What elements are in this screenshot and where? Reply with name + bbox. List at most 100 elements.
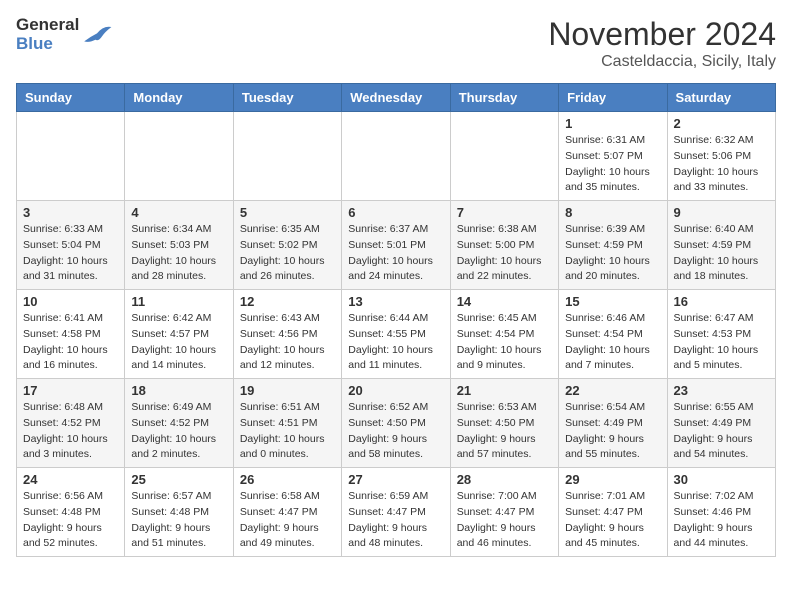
day-info: Sunrise: 7:02 AMSunset: 4:46 PMDaylight:… bbox=[674, 489, 769, 552]
calendar-cell: 20 Sunrise: 6:52 AMSunset: 4:50 PMDayligh… bbox=[342, 379, 450, 468]
calendar-week-row: 3Sunrise: 6:33 AMSunset: 5:04 PMDaylight… bbox=[17, 201, 776, 290]
day-info: Sunrise: 6:54 AMSunset: 4:49 PMDaylight:… bbox=[565, 400, 660, 463]
month-title: November 2024 bbox=[548, 16, 776, 53]
calendar-cell: 26Sunrise: 6:58 AMSunset: 4:47 PMDayligh… bbox=[233, 468, 341, 557]
calendar-cell: 30 Sunrise: 7:02 AMSunset: 4:46 PMDayligh… bbox=[667, 468, 775, 557]
day-number: 5 bbox=[240, 205, 335, 220]
day-number: 19 bbox=[240, 383, 335, 398]
day-number: 22 bbox=[565, 383, 660, 398]
day-number: 27 bbox=[348, 472, 443, 487]
day-info: Sunrise: 6:37 AMSunset: 5:01 PMDaylight:… bbox=[348, 222, 443, 285]
day-number: 26 bbox=[240, 472, 335, 487]
day-number: 4 bbox=[131, 205, 226, 220]
day-info: Sunrise: 7:00 AMSunset: 4:47 PMDaylight:… bbox=[457, 489, 552, 552]
day-number: 15 bbox=[565, 294, 660, 309]
day-number: 9 bbox=[674, 205, 769, 220]
day-number: 21 bbox=[457, 383, 552, 398]
day-number: 2 bbox=[674, 116, 769, 131]
day-number: 7 bbox=[457, 205, 552, 220]
calendar-cell: 1 Sunrise: 6:31 AMSunset: 5:07 PMDaylight… bbox=[559, 112, 667, 201]
day-info: Sunrise: 6:45 AMSunset: 4:54 PMDaylight:… bbox=[457, 311, 552, 374]
day-info: Sunrise: 6:42 AMSunset: 4:57 PMDaylight:… bbox=[131, 311, 226, 374]
calendar-cell: 9 Sunrise: 6:40 AMSunset: 4:59 PMDaylight… bbox=[667, 201, 775, 290]
day-header-friday: Friday bbox=[559, 84, 667, 112]
day-info: Sunrise: 6:59 AMSunset: 4:47 PMDaylight:… bbox=[348, 489, 443, 552]
calendar-cell: 11 Sunrise: 6:42 AMSunset: 4:57 PMDayligh… bbox=[125, 290, 233, 379]
calendar-cell: 21 Sunrise: 6:53 AMSunset: 4:50 PMDayligh… bbox=[450, 379, 558, 468]
day-info: Sunrise: 7:01 AMSunset: 4:47 PMDaylight:… bbox=[565, 489, 660, 552]
day-info: Sunrise: 6:47 AMSunset: 4:53 PMDaylight:… bbox=[674, 311, 769, 374]
day-number: 18 bbox=[131, 383, 226, 398]
day-info: Sunrise: 6:57 AMSunset: 4:48 PMDaylight:… bbox=[131, 489, 226, 552]
logo: General Blue bbox=[16, 16, 113, 53]
day-info: Sunrise: 6:33 AMSunset: 5:04 PMDaylight:… bbox=[23, 222, 118, 285]
day-info: Sunrise: 6:34 AMSunset: 5:03 PMDaylight:… bbox=[131, 222, 226, 285]
calendar-cell: 29 Sunrise: 7:01 AMSunset: 4:47 PMDayligh… bbox=[559, 468, 667, 557]
title-block: November 2024 Casteldaccia, Sicily, Ital… bbox=[548, 16, 776, 71]
calendar-cell: 15 Sunrise: 6:46 AMSunset: 4:54 PMDayligh… bbox=[559, 290, 667, 379]
calendar-cell: 28 Sunrise: 7:00 AMSunset: 4:47 PMDayligh… bbox=[450, 468, 558, 557]
calendar-cell: 8Sunrise: 6:39 AMSunset: 4:59 PMDaylight… bbox=[559, 201, 667, 290]
day-number: 17 bbox=[23, 383, 118, 398]
day-info: Sunrise: 6:40 AMSunset: 4:59 PMDaylight:… bbox=[674, 222, 769, 285]
day-header-wednesday: Wednesday bbox=[342, 84, 450, 112]
calendar-cell: 6 Sunrise: 6:37 AMSunset: 5:01 PMDaylight… bbox=[342, 201, 450, 290]
calendar-cell: 17 Sunrise: 6:48 AMSunset: 4:52 PMDayligh… bbox=[17, 379, 125, 468]
day-number: 20 bbox=[348, 383, 443, 398]
day-number: 16 bbox=[674, 294, 769, 309]
calendar-cell: 27 Sunrise: 6:59 AMSunset: 4:47 PMDayligh… bbox=[342, 468, 450, 557]
calendar-cell: 10 Sunrise: 6:41 AMSunset: 4:58 PMDayligh… bbox=[17, 290, 125, 379]
calendar-cell bbox=[17, 112, 125, 201]
calendar-cell: 25 Sunrise: 6:57 AMSunset: 4:48 PMDayligh… bbox=[125, 468, 233, 557]
day-info: Sunrise: 6:32 AMSunset: 5:06 PMDaylight:… bbox=[674, 133, 769, 196]
calendar-cell: 4 Sunrise: 6:34 AMSunset: 5:03 PMDaylight… bbox=[125, 201, 233, 290]
calendar-cell: 19 Sunrise: 6:51 AMSunset: 4:51 PMDayligh… bbox=[233, 379, 341, 468]
day-number: 24 bbox=[23, 472, 118, 487]
day-header-monday: Monday bbox=[125, 84, 233, 112]
calendar-cell bbox=[342, 112, 450, 201]
logo-blue: Blue bbox=[16, 35, 79, 54]
day-info: Sunrise: 6:43 AMSunset: 4:56 PMDaylight:… bbox=[240, 311, 335, 374]
day-number: 14 bbox=[457, 294, 552, 309]
day-info: Sunrise: 6:39 AMSunset: 4:59 PMDaylight:… bbox=[565, 222, 660, 285]
day-header-saturday: Saturday bbox=[667, 84, 775, 112]
day-info: Sunrise: 6:31 AMSunset: 5:07 PMDaylight:… bbox=[565, 133, 660, 196]
calendar-cell bbox=[125, 112, 233, 201]
calendar-week-row: 17 Sunrise: 6:48 AMSunset: 4:52 PMDayligh… bbox=[17, 379, 776, 468]
logo-bird-icon bbox=[81, 19, 113, 51]
day-info: Sunrise: 6:56 AMSunset: 4:48 PMDaylight:… bbox=[23, 489, 118, 552]
calendar-header-row: SundayMondayTuesdayWednesdayThursdayFrid… bbox=[17, 84, 776, 112]
day-header-sunday: Sunday bbox=[17, 84, 125, 112]
calendar-week-row: 24 Sunrise: 6:56 AMSunset: 4:48 PMDayligh… bbox=[17, 468, 776, 557]
day-info: Sunrise: 6:48 AMSunset: 4:52 PMDaylight:… bbox=[23, 400, 118, 463]
day-info: Sunrise: 6:53 AMSunset: 4:50 PMDaylight:… bbox=[457, 400, 552, 463]
day-info: Sunrise: 6:51 AMSunset: 4:51 PMDaylight:… bbox=[240, 400, 335, 463]
day-number: 28 bbox=[457, 472, 552, 487]
calendar-cell: 14 Sunrise: 6:45 AMSunset: 4:54 PMDayligh… bbox=[450, 290, 558, 379]
day-number: 25 bbox=[131, 472, 226, 487]
calendar-cell bbox=[233, 112, 341, 201]
day-info: Sunrise: 6:52 AMSunset: 4:50 PMDaylight:… bbox=[348, 400, 443, 463]
day-info: Sunrise: 6:38 AMSunset: 5:00 PMDaylight:… bbox=[457, 222, 552, 285]
day-info: Sunrise: 6:55 AMSunset: 4:49 PMDaylight:… bbox=[674, 400, 769, 463]
calendar-cell: 5Sunrise: 6:35 AMSunset: 5:02 PMDaylight… bbox=[233, 201, 341, 290]
day-number: 1 bbox=[565, 116, 660, 131]
day-info: Sunrise: 6:49 AMSunset: 4:52 PMDaylight:… bbox=[131, 400, 226, 463]
calendar-cell: 23 Sunrise: 6:55 AMSunset: 4:49 PMDayligh… bbox=[667, 379, 775, 468]
day-number: 30 bbox=[674, 472, 769, 487]
day-info: Sunrise: 6:44 AMSunset: 4:55 PMDaylight:… bbox=[348, 311, 443, 374]
day-number: 23 bbox=[674, 383, 769, 398]
calendar-cell: 22 Sunrise: 6:54 AMSunset: 4:49 PMDayligh… bbox=[559, 379, 667, 468]
calendar-cell: 16 Sunrise: 6:47 AMSunset: 4:53 PMDayligh… bbox=[667, 290, 775, 379]
day-number: 11 bbox=[131, 294, 226, 309]
day-number: 29 bbox=[565, 472, 660, 487]
calendar-cell: 18 Sunrise: 6:49 AMSunset: 4:52 PMDayligh… bbox=[125, 379, 233, 468]
day-number: 10 bbox=[23, 294, 118, 309]
day-header-tuesday: Tuesday bbox=[233, 84, 341, 112]
day-number: 12 bbox=[240, 294, 335, 309]
day-number: 6 bbox=[348, 205, 443, 220]
day-info: Sunrise: 6:46 AMSunset: 4:54 PMDaylight:… bbox=[565, 311, 660, 374]
logo-general: General bbox=[16, 16, 79, 35]
day-info: Sunrise: 6:41 AMSunset: 4:58 PMDaylight:… bbox=[23, 311, 118, 374]
calendar-table: SundayMondayTuesdayWednesdayThursdayFrid… bbox=[16, 83, 776, 557]
